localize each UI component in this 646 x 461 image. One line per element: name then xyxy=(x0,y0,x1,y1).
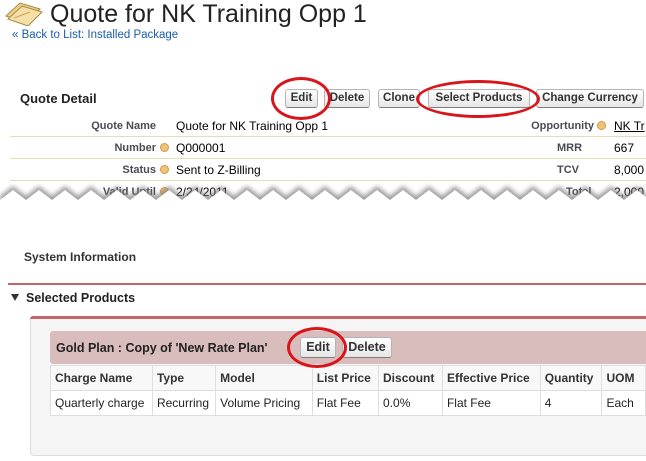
column-header: Discount xyxy=(378,365,443,391)
number-label: Number xyxy=(114,142,156,154)
highlight-select-products-circle xyxy=(416,80,540,118)
quote-detail-title: Quote Detail xyxy=(20,91,97,106)
help-bubble-icon[interactable] xyxy=(160,165,169,174)
discount-cell: 0.0% xyxy=(378,390,443,416)
status-value: Sent to Z-Billing xyxy=(176,163,261,177)
change-currency-button[interactable]: Change Currency xyxy=(536,89,644,108)
column-header: UOM xyxy=(601,365,646,391)
quote-name-value: Quote for NK Training Opp 1 xyxy=(176,119,329,133)
document-stack-icon xyxy=(5,2,43,26)
mrr-label: MRR xyxy=(557,142,583,154)
highlight-plan-edit-circle xyxy=(287,327,347,368)
row-divider xyxy=(10,158,646,159)
quantity-cell: 4 xyxy=(539,390,603,416)
list-price-cell: Flat Fee xyxy=(311,390,380,416)
table-header-row: Charge Name Type Model List Price Discou… xyxy=(50,365,646,391)
column-header: Quantity xyxy=(539,365,603,391)
row-divider xyxy=(10,136,646,137)
model-cell: Volume Pricing xyxy=(215,390,313,416)
column-header: List Price xyxy=(311,365,380,391)
system-information-title: System Information xyxy=(24,250,137,264)
charges-table: Charge Name Type Model List Price Discou… xyxy=(50,365,646,416)
panel-top-border xyxy=(30,316,646,319)
charge-name-cell: Quarterly charge xyxy=(50,390,153,416)
clone-button[interactable]: Clone xyxy=(378,89,420,108)
help-bubble-icon[interactable] xyxy=(160,143,169,152)
uom-cell: Each xyxy=(601,390,646,416)
status-label: Status xyxy=(122,164,156,176)
table-row: Quarterly charge Recurring Volume Pricin… xyxy=(50,390,646,416)
column-header: Charge Name xyxy=(50,365,153,391)
torn-edge-divider xyxy=(0,186,646,246)
tcv-value: 8,000 xyxy=(614,163,645,177)
type-cell: Recurring xyxy=(151,390,217,416)
triangle-down-icon[interactable] xyxy=(11,294,19,301)
selected-products-title: Selected Products xyxy=(26,291,136,305)
effective-price-cell: Flat Fee xyxy=(441,390,541,416)
mrr-value: 667 xyxy=(614,141,635,155)
opportunity-link[interactable]: NK Tr xyxy=(614,119,645,133)
number-value: Q000001 xyxy=(176,141,226,155)
column-header: Type xyxy=(151,365,217,391)
opportunity-label: Opportunity xyxy=(531,120,594,132)
plan-title: Gold Plan : Copy of 'New Rate Plan' xyxy=(56,341,268,355)
page-title: Quote for NK Training Opp 1 xyxy=(50,0,367,28)
column-header: Model xyxy=(215,365,313,391)
tcv-label: TCV xyxy=(557,164,579,176)
quote-name-label: Quote Name xyxy=(91,120,156,132)
highlight-edit-circle xyxy=(271,77,331,120)
help-bubble-icon[interactable] xyxy=(597,121,606,130)
section-rule xyxy=(8,283,646,285)
back-to-list-link[interactable]: « Back to List: Installed Package xyxy=(12,29,178,41)
plan-delete-button[interactable]: Delete xyxy=(342,337,392,358)
column-header: Effective Price xyxy=(441,365,541,391)
